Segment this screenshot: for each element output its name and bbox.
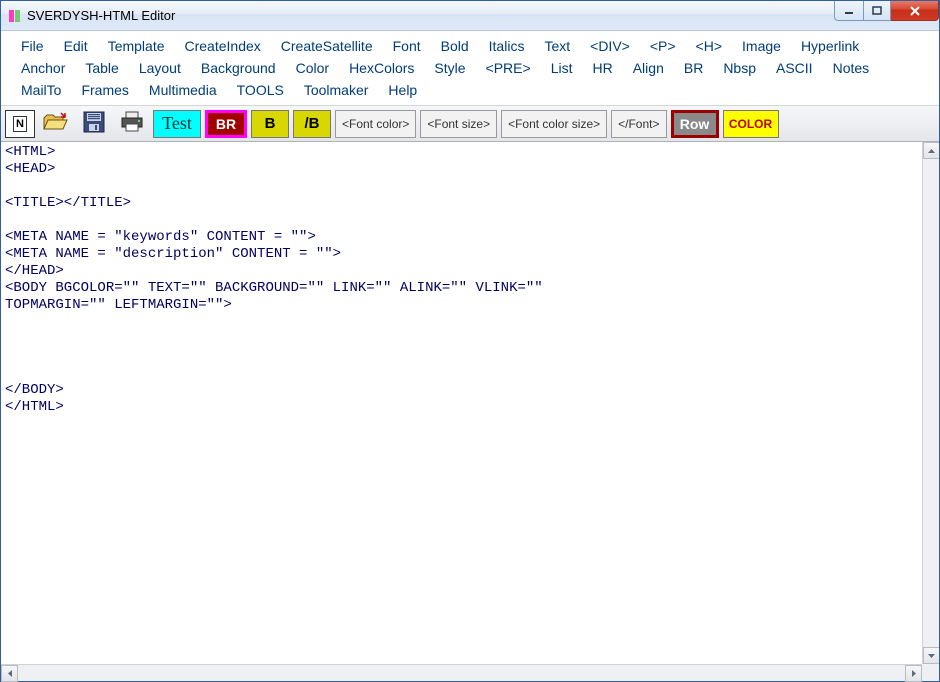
menu-edit[interactable]: Edit <box>54 35 98 57</box>
new-button[interactable]: N <box>5 110 35 138</box>
menu-createindex[interactable]: CreateIndex <box>175 35 271 57</box>
app-window: SVERDYSH-HTML Editor File Edit Template … <box>0 0 940 682</box>
scroll-down-button[interactable] <box>923 647 939 664</box>
menu-frames[interactable]: Frames <box>71 79 138 101</box>
menu-div[interactable]: <DIV> <box>580 35 640 57</box>
menu-template[interactable]: Template <box>98 35 175 57</box>
menu-h[interactable]: <H> <box>686 35 732 57</box>
menu-font[interactable]: Font <box>383 35 431 57</box>
open-button[interactable] <box>39 110 73 138</box>
bottom-scroll-row <box>1 664 939 681</box>
chevron-down-icon <box>928 654 935 658</box>
vertical-scrollbar[interactable] <box>922 142 939 664</box>
menu-bold[interactable]: Bold <box>431 35 479 57</box>
color-button[interactable]: COLOR <box>723 110 779 138</box>
minimize-button[interactable] <box>834 1 864 21</box>
maximize-button[interactable] <box>864 1 891 21</box>
bold-open-button[interactable]: B <box>251 110 289 138</box>
chevron-up-icon <box>928 149 935 153</box>
menu-hexcolors[interactable]: HexColors <box>339 57 424 79</box>
menu-br[interactable]: BR <box>674 57 713 79</box>
scroll-corner <box>922 664 939 681</box>
folder-open-icon <box>43 111 69 136</box>
menu-hyperlink[interactable]: Hyperlink <box>791 35 869 57</box>
menu-style[interactable]: Style <box>424 57 475 79</box>
menu-anchor[interactable]: Anchor <box>11 57 75 79</box>
menu-help[interactable]: Help <box>378 79 427 101</box>
titlebar[interactable]: SVERDYSH-HTML Editor <box>1 1 939 31</box>
font-color-button[interactable]: <Font color> <box>335 110 416 138</box>
menu-pre[interactable]: <PRE> <box>476 57 541 79</box>
bold-close-button[interactable]: /B <box>293 110 331 138</box>
scroll-left-button[interactable] <box>1 665 18 682</box>
menu-hr[interactable]: HR <box>582 57 622 79</box>
scroll-up-button[interactable] <box>923 142 939 159</box>
menu-italics[interactable]: Italics <box>479 35 535 57</box>
save-button[interactable] <box>77 110 111 138</box>
chevron-left-icon <box>8 670 12 677</box>
code-editor[interactable]: <HTML> <HEAD> <TITLE></TITLE> <META NAME… <box>1 142 922 664</box>
chevron-right-icon <box>912 670 916 677</box>
menu-tools[interactable]: TOOLS <box>227 79 294 101</box>
menu-multimedia[interactable]: Multimedia <box>139 79 227 101</box>
window-controls <box>834 1 939 21</box>
font-size-button[interactable]: <Font size> <box>420 110 497 138</box>
scroll-right-button[interactable] <box>905 665 922 682</box>
menu-table[interactable]: Table <box>75 57 128 79</box>
font-color-size-button[interactable]: <Font color size> <box>501 110 607 138</box>
menu-notes[interactable]: Notes <box>823 57 880 79</box>
menu-image[interactable]: Image <box>732 35 791 57</box>
font-close-button[interactable]: </Font> <box>611 110 666 138</box>
menu-layout[interactable]: Layout <box>129 57 191 79</box>
menu-align[interactable]: Align <box>623 57 674 79</box>
editor-area: <HTML> <HEAD> <TITLE></TITLE> <META NAME… <box>1 142 939 664</box>
menu-color[interactable]: Color <box>286 57 339 79</box>
menu-background[interactable]: Background <box>191 57 286 79</box>
br-button[interactable]: BR <box>205 110 247 138</box>
window-title: SVERDYSH-HTML Editor <box>27 8 175 23</box>
menu-text[interactable]: Text <box>534 35 580 57</box>
menu-list[interactable]: List <box>541 57 583 79</box>
menu-file[interactable]: File <box>11 35 54 57</box>
test-button[interactable]: Test <box>153 110 201 138</box>
menu-ascii[interactable]: ASCII <box>766 57 823 79</box>
row-button[interactable]: Row <box>671 110 719 138</box>
horizontal-scrollbar[interactable] <box>1 664 922 681</box>
print-button[interactable] <box>115 110 149 138</box>
app-icon <box>7 8 23 24</box>
menu-createsatellite[interactable]: CreateSatellite <box>271 35 383 57</box>
menu-bar: File Edit Template CreateIndex CreateSat… <box>1 31 939 106</box>
printer-icon <box>119 111 145 136</box>
menu-p[interactable]: <P> <box>640 35 686 57</box>
new-icon: N <box>13 116 27 132</box>
menu-mailto[interactable]: MailTo <box>11 79 71 101</box>
toolbar: N Test BR B /B <Font color> <Font size> … <box>1 106 939 142</box>
floppy-disk-icon <box>82 110 106 137</box>
menu-nbsp[interactable]: Nbsp <box>713 57 766 79</box>
menu-toolmaker[interactable]: Toolmaker <box>294 79 379 101</box>
close-button[interactable] <box>891 1 939 21</box>
